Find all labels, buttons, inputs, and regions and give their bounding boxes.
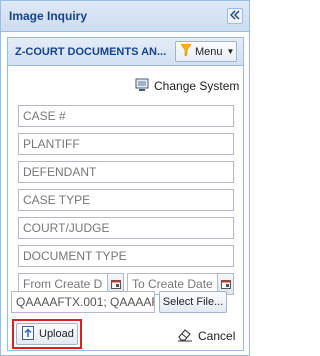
- court-judge-field[interactable]: COURT/JUDGE: [18, 217, 234, 239]
- cancel-button[interactable]: Cancel: [177, 326, 235, 346]
- funnel-icon: [180, 43, 192, 59]
- system-title: Z-COURT DOCUMENTS AN...: [15, 46, 167, 58]
- change-system-button[interactable]: Change System: [135, 77, 239, 95]
- defendant-field[interactable]: DEFENDANT: [18, 161, 234, 183]
- panel-title-bar: Image Inquiry: [1, 1, 249, 32]
- upload-highlight: Upload: [12, 319, 82, 349]
- collapse-button[interactable]: [227, 8, 243, 24]
- menu-button[interactable]: Menu ▼: [175, 41, 237, 62]
- upload-button[interactable]: Upload: [16, 323, 78, 345]
- panel-title: Image Inquiry: [9, 9, 88, 23]
- cancel-label: Cancel: [198, 329, 236, 343]
- eraser-icon: [177, 328, 198, 345]
- case-number-field[interactable]: CASE #: [18, 105, 234, 127]
- image-inquiry-panel: Image Inquiry Z-COURT DOCUMENTS AN... Me…: [0, 0, 250, 356]
- from-create-date-placeholder: From Create Da: [23, 277, 103, 291]
- change-system-label: Change System: [154, 79, 240, 93]
- file-name-field[interactable]: QAAAAFTX.001; QAAAAF: [11, 291, 155, 313]
- plantiff-field[interactable]: PLANTIFF: [18, 133, 234, 155]
- menu-label: Menu: [195, 45, 223, 58]
- upload-label: Upload: [39, 328, 74, 340]
- monitor-icon: [135, 78, 154, 95]
- upload-arrow-icon: [17, 325, 39, 343]
- document-type-field[interactable]: DOCUMENT TYPE: [18, 245, 234, 267]
- caret-down-icon: ▼: [226, 47, 235, 56]
- double-chevron-left-icon: [230, 9, 240, 23]
- to-create-date-placeholder: To Create Date: [132, 277, 213, 291]
- system-header: Z-COURT DOCUMENTS AN... Menu ▼: [8, 38, 243, 66]
- case-type-field[interactable]: CASE TYPE: [18, 189, 234, 211]
- select-file-button[interactable]: Select File...: [159, 291, 227, 313]
